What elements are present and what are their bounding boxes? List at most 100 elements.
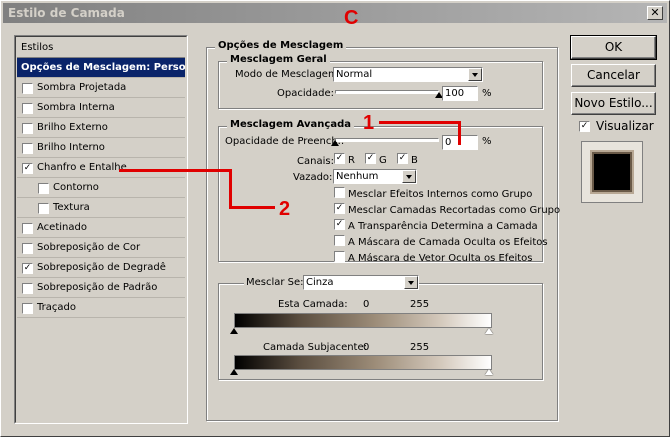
blend-if-value: Cinza (306, 277, 334, 288)
style-item[interactable]: Sobreposição de Padrão (17, 278, 185, 298)
style-item[interactable]: ✓ Chanfro e Entalhe (17, 158, 185, 178)
annotation-line-2b (229, 169, 232, 209)
preview-label: Visualizar (596, 119, 654, 133)
annotation-1: 1 (363, 112, 375, 134)
underlying-black-slider[interactable] (230, 369, 238, 375)
title-bar: Estilo de Camada ✕ (3, 3, 667, 23)
styles-list: Estilos Opções de Mesclagem: Personaliza… (14, 35, 188, 424)
opacity-input[interactable]: 100 (442, 86, 478, 101)
style-checkbox[interactable] (22, 243, 33, 254)
style-item[interactable]: Brilho Externo (17, 118, 185, 138)
this-layer-high-value: 255 (410, 299, 430, 310)
style-checkbox[interactable] (22, 223, 33, 234)
channels-label: Canais: (297, 156, 334, 167)
style-item-label: Opções de Mesclagem: Personalizadas (21, 62, 185, 73)
style-item[interactable]: Contorno (17, 178, 185, 198)
annotation-2: 2 (279, 198, 291, 220)
style-item[interactable]: Opções de Mesclagem: Personalizadas (17, 58, 185, 78)
channel-label: G (379, 155, 387, 166)
this-layer-low-value: 0 (363, 299, 370, 310)
style-item-label: Brilho Interno (37, 142, 105, 153)
opacity-label: Opacidade: (277, 88, 334, 99)
style-item[interactable]: ✓ Sobreposição de Degradê (17, 258, 185, 278)
underlying-low-value: 0 (363, 342, 370, 353)
style-item-label: Textura (53, 202, 90, 213)
advanced-option-label: Mesclar Efeitos Internos como Grupo (348, 189, 533, 200)
this-layer-gradient (234, 313, 492, 328)
advanced-option-label: Mesclar Camadas Recortadas como Grupo (348, 205, 561, 216)
advanced-option-checkbox[interactable]: ✓ (334, 203, 345, 214)
style-item[interactable]: Traçado (17, 298, 185, 318)
layer-style-dialog: Estilo de Camada ✕ Estilos Opções de Mes… (0, 0, 670, 437)
style-item[interactable]: Brilho Interno (17, 138, 185, 158)
blend-mode-value: Normal (336, 69, 373, 80)
style-checkbox[interactable] (22, 103, 33, 114)
underlying-layer-gradient (234, 355, 492, 370)
style-checkbox[interactable] (22, 123, 33, 134)
this-layer-black-slider[interactable] (230, 328, 238, 334)
channel-checkbox-g[interactable]: ✓ (365, 153, 376, 164)
style-checkbox[interactable] (38, 183, 49, 194)
new-style-button[interactable]: Novo Estilo... (571, 92, 656, 115)
style-checkbox[interactable]: ✓ (22, 263, 33, 274)
underlying-high-value: 255 (410, 342, 430, 353)
this-layer-label: Esta Camada: (278, 299, 348, 310)
fill-opacity-label: Opacidade de Preench.: (225, 136, 345, 147)
blend-if-label: Mesclar Se: (244, 277, 306, 288)
style-item[interactable]: Textura (17, 198, 185, 218)
styles-header[interactable]: Estilos (17, 38, 185, 58)
style-item-label: Traçado (37, 302, 76, 313)
style-item-label: Contorno (53, 182, 99, 193)
advanced-option-label: A Transparência Determina a Camada (348, 221, 538, 232)
underlying-white-slider[interactable] (485, 369, 493, 375)
style-item[interactable]: Sombra Projetada (17, 78, 185, 98)
annotation-line-2a (119, 169, 231, 172)
check-icon: ✓ (580, 121, 589, 131)
fill-opacity-slider-track[interactable] (335, 138, 439, 142)
blend-mode-select[interactable]: Normal (333, 67, 483, 82)
style-checkbox[interactable] (38, 203, 49, 214)
preview-checkbox[interactable]: ✓ (579, 121, 590, 132)
style-item-label: Sombra Interna (37, 102, 115, 113)
style-item-label: Brilho Externo (37, 122, 108, 133)
style-item[interactable]: Acetinado (17, 218, 185, 238)
blend-if-select[interactable]: Cinza (303, 275, 419, 290)
style-checkbox[interactable] (22, 143, 33, 154)
advanced-option-checkbox[interactable] (334, 187, 345, 198)
style-checkbox[interactable] (22, 283, 33, 294)
fill-opacity-slider-thumb[interactable] (331, 140, 339, 146)
cancel-button[interactable]: Cancelar (571, 64, 656, 87)
style-checkbox[interactable] (22, 83, 33, 94)
channel-checkbox-r[interactable]: ✓ (334, 153, 345, 164)
general-blending-title: Mesclagem Geral (227, 54, 330, 65)
style-checkbox[interactable]: ✓ (22, 163, 33, 174)
preview-thumbnail (594, 154, 630, 190)
chevron-down-icon[interactable] (404, 276, 418, 289)
ok-button[interactable]: OK (570, 35, 657, 60)
fill-opacity-unit: % (482, 136, 492, 147)
advanced-option-checkbox[interactable] (334, 235, 345, 246)
channel-checkbox-b[interactable]: ✓ (397, 153, 408, 164)
opacity-slider-track[interactable] (335, 90, 439, 94)
style-item-label: Acetinado (37, 222, 87, 233)
knockout-value: Nenhum (336, 171, 379, 182)
style-item[interactable]: Sobreposição de Cor (17, 238, 185, 258)
blending-options-title: Opções de Mesclagem (215, 40, 347, 51)
annotation-line-1 (379, 121, 461, 124)
close-icon[interactable]: ✕ (647, 6, 663, 20)
annotation-line-1-drop (458, 121, 461, 145)
advanced-option-label: A Máscara de Camada Oculta os Efeitos (348, 237, 548, 248)
channel-label: B (411, 155, 418, 166)
style-checkbox[interactable] (22, 303, 33, 314)
chevron-down-icon[interactable] (468, 68, 482, 81)
style-item-label: Sombra Projetada (37, 82, 127, 93)
knockout-select[interactable]: Nenhum (333, 169, 417, 184)
annotation-line-2c (229, 206, 275, 209)
style-item[interactable]: Sombra Interna (17, 98, 185, 118)
underlying-layer-label: Camada Subjacente: (263, 342, 368, 353)
advanced-option-checkbox[interactable] (334, 251, 345, 262)
advanced-option-checkbox[interactable]: ✓ (334, 219, 345, 230)
chevron-down-icon[interactable] (402, 170, 416, 183)
this-layer-white-slider[interactable] (485, 328, 493, 334)
knockout-label: Vazado: (293, 172, 333, 183)
